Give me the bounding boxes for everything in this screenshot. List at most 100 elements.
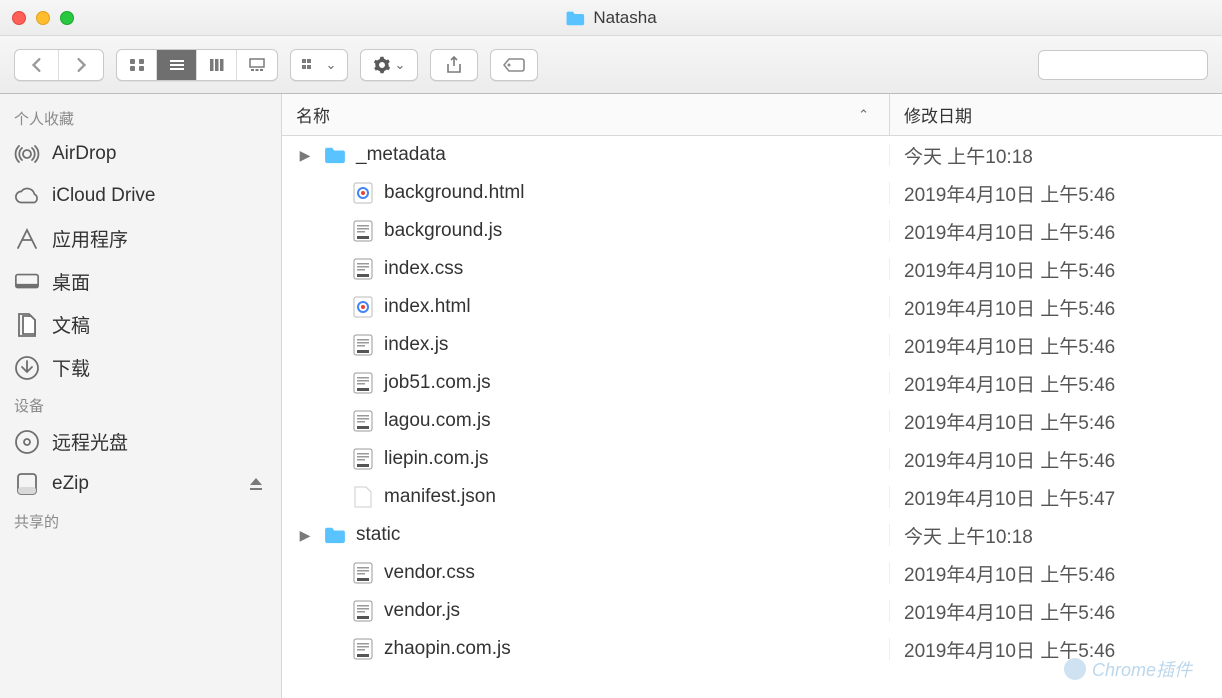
sidebar-item[interactable]: eZip [0, 463, 281, 505]
action-dropdown[interactable]: ⌄ [360, 49, 418, 81]
js-icon [352, 372, 374, 394]
file-date-cell: 2019年4月10日 上午5:46 [890, 180, 1222, 207]
column-header-date-label: 修改日期 [904, 107, 972, 126]
window-controls [12, 11, 74, 25]
chevron-down-icon: ⌄ [326, 57, 337, 73]
file-name-cell: liepin.com.js [282, 448, 890, 470]
file-name-cell: index.css [282, 258, 890, 280]
eject-icon[interactable] [249, 477, 263, 491]
folder-icon [565, 10, 585, 26]
column-view-button[interactable] [197, 50, 237, 80]
file-row[interactable]: manifest.json2019年4月10日 上午5:47 [282, 478, 1222, 516]
docs-icon [14, 312, 40, 338]
css-icon [352, 258, 374, 280]
gallery-view-button[interactable] [237, 50, 277, 80]
file-row[interactable]: vendor.css2019年4月10日 上午5:46 [282, 554, 1222, 592]
column-headers: 名称 ⌃ 修改日期 [282, 94, 1222, 136]
file-name-label: background.html [384, 182, 524, 204]
sidebar-section-header: 设备 [0, 389, 281, 420]
file-name-cell: ▶ _metadata [282, 144, 890, 166]
file-name-cell: ▶ static [282, 524, 890, 546]
sidebar-item-label: eZip [52, 473, 89, 495]
list-view-button[interactable] [157, 50, 197, 80]
apps-icon [14, 226, 40, 252]
forward-button[interactable] [59, 50, 103, 80]
file-name-label: index.js [384, 334, 448, 356]
disclosure-triangle-icon[interactable]: ▶ [296, 147, 314, 164]
file-name-label: liepin.com.js [384, 448, 489, 470]
file-row[interactable]: lagou.com.js2019年4月10日 上午5:46 [282, 402, 1222, 440]
sidebar-item[interactable]: 远程光盘 [0, 420, 281, 463]
file-name-label: static [356, 524, 400, 546]
js-icon [352, 638, 374, 660]
search-field[interactable] [1038, 50, 1208, 80]
file-name-label: index.css [384, 258, 463, 280]
sidebar-item[interactable]: iCloud Drive [0, 175, 281, 217]
file-name-cell: index.html [282, 296, 890, 318]
downloads-icon [14, 355, 40, 381]
sidebar-item[interactable]: 应用程序 [0, 217, 281, 260]
disclosure-triangle-icon[interactable]: ▶ [296, 527, 314, 544]
file-name-cell: vendor.css [282, 562, 890, 584]
sidebar-item-label: 下载 [52, 354, 90, 381]
group-by-dropdown[interactable]: ⌄ [290, 49, 348, 81]
close-window-button[interactable] [12, 11, 26, 25]
html-icon [352, 296, 374, 318]
share-button[interactable] [430, 49, 478, 81]
file-name-label: manifest.json [384, 486, 496, 508]
back-button[interactable] [15, 50, 59, 80]
titlebar: Natasha [0, 0, 1222, 36]
file-date-cell: 2019年4月10日 上午5:46 [890, 598, 1222, 625]
column-header-name[interactable]: 名称 ⌃ [282, 94, 890, 135]
sort-indicator-icon: ⌃ [858, 107, 869, 123]
file-name-cell: background.js [282, 220, 890, 242]
file-name-cell: index.js [282, 334, 890, 356]
file-name-label: vendor.js [384, 600, 460, 622]
remotedisc-icon [14, 429, 40, 455]
file-row[interactable]: vendor.js 2019年4月10日 上午5:46 [282, 592, 1222, 630]
file-row[interactable]: index.css2019年4月10日 上午5:46 [282, 250, 1222, 288]
file-row[interactable]: liepin.com.js2019年4月10日 上午5:46 [282, 440, 1222, 478]
file-row[interactable]: ▶_metadata今天 上午10:18 [282, 136, 1222, 174]
file-name-cell: vendor.js [282, 600, 890, 622]
file-row[interactable]: background.js2019年4月10日 上午5:46 [282, 212, 1222, 250]
js-icon [352, 448, 374, 470]
minimize-window-button[interactable] [36, 11, 50, 25]
icon-view-button[interactable] [117, 50, 157, 80]
folder-icon [324, 524, 346, 546]
file-row[interactable]: zhaopin.com.js2019年4月10日 上午5:46 [282, 630, 1222, 668]
file-row[interactable]: index.js 2019年4月10日 上午5:46 [282, 326, 1222, 364]
sidebar-item-label: 桌面 [52, 268, 90, 295]
disk-icon [14, 471, 40, 497]
file-name-label: background.js [384, 220, 502, 242]
folder-icon [324, 144, 346, 166]
file-date-cell: 2019年4月10日 上午5:46 [890, 332, 1222, 359]
column-header-date[interactable]: 修改日期 [890, 94, 1222, 135]
desktop-icon [14, 269, 40, 295]
file-row[interactable]: index.html2019年4月10日 上午5:46 [282, 288, 1222, 326]
window-title-text: Natasha [593, 8, 656, 28]
sidebar-item[interactable]: 桌面 [0, 260, 281, 303]
file-name-cell: zhaopin.com.js [282, 638, 890, 660]
file-row[interactable]: job51.com.js2019年4月10日 上午5:46 [282, 364, 1222, 402]
zoom-window-button[interactable] [60, 11, 74, 25]
file-row[interactable]: ▶static今天 上午10:18 [282, 516, 1222, 554]
sidebar-item[interactable]: AirDrop [0, 133, 281, 175]
sidebar-item[interactable]: 文稿 [0, 303, 281, 346]
sidebar-section-header: 共享的 [0, 505, 281, 536]
file-date-cell: 2019年4月10日 上午5:46 [890, 370, 1222, 397]
nav-buttons [14, 49, 104, 81]
file-name-cell: lagou.com.js [282, 410, 890, 432]
sidebar: 个人收藏AirDropiCloud Drive应用程序桌面文稿下载设备远程光盘 e… [0, 94, 282, 698]
html-icon [352, 182, 374, 204]
file-name-label: zhaopin.com.js [384, 638, 511, 660]
tags-button[interactable] [490, 49, 538, 81]
airdrop-icon [14, 141, 40, 167]
file-name-label: vendor.css [384, 562, 475, 584]
file-rows: ▶_metadata今天 上午10:18background.html2019年… [282, 136, 1222, 698]
sidebar-section-header: 个人收藏 [0, 102, 281, 133]
file-row[interactable]: background.html 2019年4月10日 上午5:46 [282, 174, 1222, 212]
sidebar-item[interactable]: 下载 [0, 346, 281, 389]
file-name-label: _metadata [356, 144, 446, 166]
file-date-cell: 2019年4月10日 上午5:46 [890, 408, 1222, 435]
